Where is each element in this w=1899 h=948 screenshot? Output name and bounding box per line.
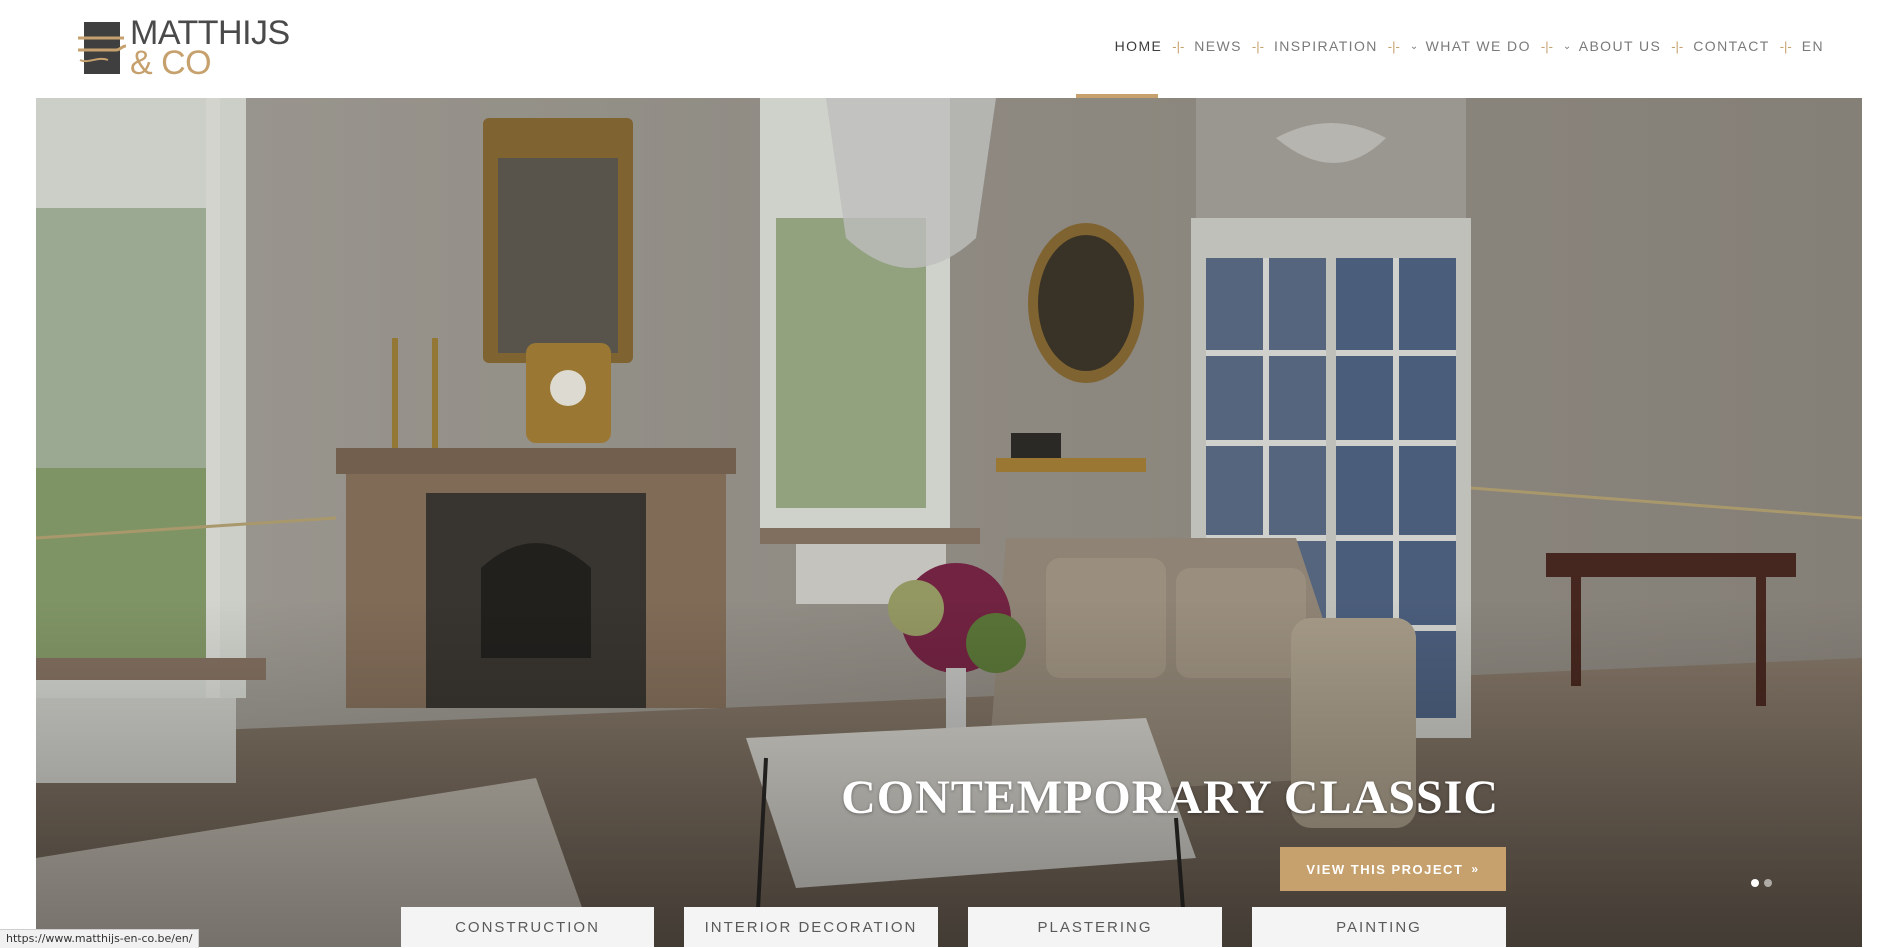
service-tab-interior-decoration[interactable]: INTERIOR DECORATION (684, 907, 938, 947)
logo-line-2: & CO (130, 44, 212, 82)
view-project-label: VIEW THIS PROJECT (1306, 861, 1464, 877)
slider-dots (1751, 879, 1772, 887)
double-chevron-right-icon: » (1471, 862, 1480, 876)
slider-dot-2[interactable] (1764, 879, 1772, 887)
status-bar-url: https://www.matthijs-en-co.be/en/ (0, 929, 200, 948)
nav-label: EN (1801, 38, 1824, 54)
nav-label: WHAT WE DO (1425, 38, 1531, 54)
hero-title: CONTEMPORARY CLASSIC (841, 771, 1499, 824)
nav-separator: -|- (1540, 38, 1553, 54)
chevron-down-icon: ⌄ (1409, 40, 1420, 52)
nav-separator: -|- (1779, 38, 1792, 54)
nav-item-inspiration[interactable]: INSPIRATION (1274, 38, 1378, 54)
nav-label: INSPIRATION (1273, 38, 1378, 54)
nav-item-contact[interactable]: CONTACT (1693, 38, 1769, 54)
nav-item-news[interactable]: NEWS (1194, 38, 1242, 54)
logo-mark-icon (78, 22, 127, 74)
nav-item-about-us[interactable]: ⌄ ABOUT US (1563, 38, 1661, 54)
nav-separator: -|- (1251, 38, 1264, 54)
nav-separator: -|- (1387, 38, 1400, 54)
nav-label: NEWS (1194, 38, 1242, 54)
service-tab-plastering[interactable]: PLASTERING (968, 907, 1222, 947)
nav-label: ABOUT US (1578, 38, 1662, 54)
nav-separator: -|- (1671, 38, 1684, 54)
nav-item-home[interactable]: HOME (1115, 38, 1163, 54)
hero-slider[interactable]: CONTEMPORARY CLASSIC VIEW THIS PROJECT » (36, 98, 1862, 947)
main-nav: HOME -|- NEWS -|- INSPIRATION -|- ⌄ WHAT… (1115, 38, 1824, 54)
view-project-button[interactable]: VIEW THIS PROJECT » (1280, 847, 1506, 891)
nav-item-what-we-do[interactable]: ⌄ WHAT WE DO (1410, 38, 1531, 54)
logo-text: MATTHIJS & CO (130, 16, 290, 82)
chevron-down-icon: ⌄ (1562, 40, 1573, 52)
slider-dot-1[interactable] (1751, 879, 1759, 887)
nav-label: CONTACT (1693, 38, 1770, 54)
logo[interactable]: MATTHIJS & CO (78, 16, 303, 82)
service-tab-painting[interactable]: PAINTING (1252, 907, 1506, 947)
nav-separator: -|- (1172, 38, 1185, 54)
nav-item-language[interactable]: EN (1802, 38, 1824, 54)
service-tab-construction[interactable]: CONSTRUCTION (401, 907, 654, 947)
nav-label: HOME (1114, 38, 1163, 54)
site-header: MATTHIJS & CO HOME -|- NEWS -|- INSPIRAT… (0, 0, 1899, 98)
